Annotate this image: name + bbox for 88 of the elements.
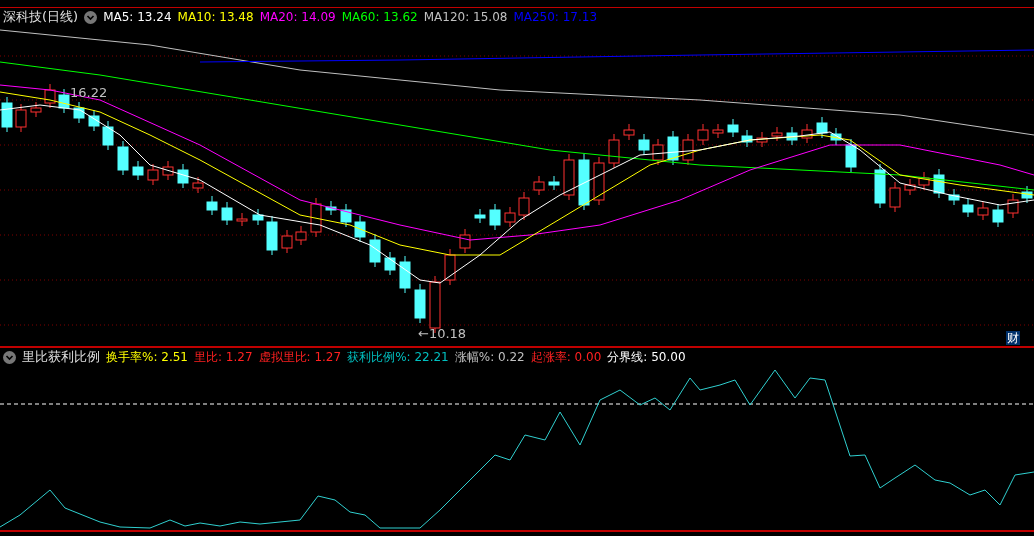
candlestick (73, 101, 85, 124)
candlestick (459, 228, 471, 254)
candlestick (918, 171, 930, 191)
candlestick (845, 138, 857, 173)
indicator-value: 分界线: 50.00 (607, 348, 686, 366)
chart-title: 里比获利比例 (22, 348, 100, 366)
candlestick (504, 206, 516, 228)
indicator-value: 涨幅%: 0.22 (454, 348, 525, 366)
candlestick (384, 251, 396, 276)
candlestick (325, 200, 337, 216)
candlestick (177, 163, 189, 189)
indicator-value: MA60: 13.62 (341, 10, 418, 24)
indicator-value: 获利比例%: 22.21 (347, 348, 449, 366)
candlestick (874, 163, 886, 209)
indicator-value: MA5: 13.24 (103, 10, 172, 24)
candlestick (682, 133, 694, 166)
candlestick (578, 153, 590, 211)
candlestick (132, 160, 144, 181)
candlestick (948, 188, 960, 206)
candlestick (369, 233, 381, 268)
candlestick (30, 101, 42, 118)
candlestick (192, 176, 204, 194)
candlestick (162, 160, 174, 181)
candlestick (741, 129, 753, 148)
candlestick (992, 203, 1004, 228)
candlestick (727, 118, 739, 138)
indicator-value: 虚拟里比: 1.27 (258, 348, 342, 366)
candlestick (563, 153, 575, 201)
candlestick (756, 131, 768, 148)
candlestick (533, 175, 545, 196)
indicator-value: MA20: 14.09 (259, 10, 336, 24)
low-price-label: ←10.18 (418, 326, 467, 341)
candlestick (236, 212, 248, 227)
high-price-label: 16.22 (70, 85, 108, 100)
collapse-icon[interactable] (84, 10, 98, 24)
candlestick (58, 88, 70, 114)
candlestick (414, 283, 426, 324)
candlestick (623, 123, 635, 141)
candlestick (593, 156, 605, 206)
candlestick (638, 133, 650, 156)
candlestick (489, 203, 501, 231)
candlestick (801, 123, 813, 144)
candlestick (1007, 193, 1019, 219)
candlestick (15, 103, 27, 133)
candlestick (340, 203, 352, 228)
candlestick (933, 168, 945, 199)
candlestick (1021, 185, 1033, 204)
candlestick (816, 116, 828, 139)
candlestick (252, 208, 264, 226)
candlestick (399, 255, 411, 294)
candlestick (295, 225, 307, 246)
indicator-value: 换手率%: 2.51 (106, 348, 188, 366)
candlestick (786, 126, 798, 146)
candlestick (889, 181, 901, 213)
chart-title: 深科技(日线) (3, 8, 79, 26)
indicator-value: MA120: 15.08 (423, 10, 508, 24)
candlestick (266, 215, 278, 256)
indicator-value: 起涨率: 0.00 (530, 348, 602, 366)
indicator-value: MA250: 17.13 (513, 10, 598, 24)
collapse-icon[interactable] (3, 350, 16, 364)
candlestick (206, 195, 218, 216)
candlestick (962, 198, 974, 218)
candlestick (117, 140, 129, 176)
candlestick (771, 126, 783, 142)
candlestick (904, 178, 916, 196)
candlestick (474, 208, 486, 224)
candlestick (354, 215, 366, 243)
candlestick (221, 201, 233, 226)
candlestick (652, 138, 664, 166)
candlestick (667, 130, 679, 166)
candlestick (977, 201, 989, 221)
indicator-value: MA10: 13.48 (177, 10, 254, 24)
candlestick (444, 248, 456, 286)
candlestick (697, 123, 709, 146)
indicator-value: 里比: 1.27 (194, 348, 253, 366)
candlestick (712, 123, 724, 139)
finance-badge[interactable]: 财 (1006, 331, 1020, 345)
candlestick (548, 175, 560, 191)
candlestick (281, 229, 293, 254)
candlestick (44, 83, 56, 109)
candlestick (608, 133, 620, 169)
candlestick (102, 120, 114, 151)
candlestick (147, 163, 159, 186)
candlestick (830, 127, 842, 146)
candlestick (518, 191, 530, 221)
candlestick (88, 109, 100, 132)
candlestick (310, 197, 322, 238)
candlestick (1, 96, 13, 133)
